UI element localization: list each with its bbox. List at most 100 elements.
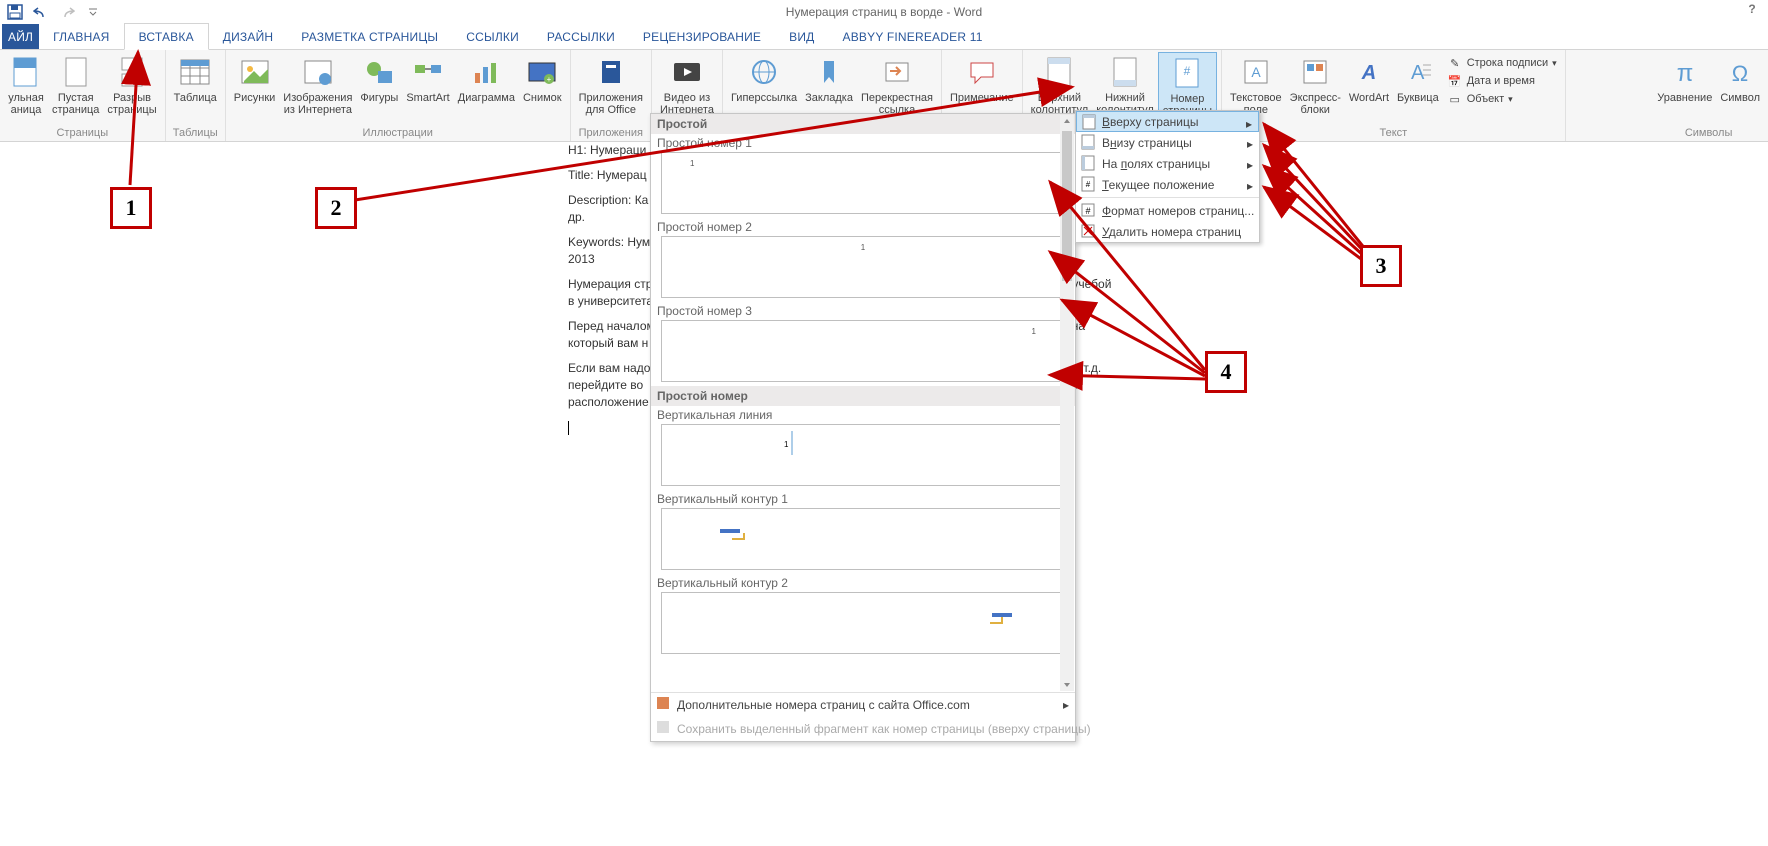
titlebar: Нумерация страниц в ворде - Word ? [0,0,1768,24]
signature-icon: ✎ [1447,55,1463,71]
annotation-3: 3 [1360,245,1402,287]
submenu-arrow-icon: ▸ [1247,137,1253,151]
page-bottom-icon [1080,134,1096,150]
svg-text:#: # [1085,206,1090,216]
menu-page-margins[interactable]: На полях страницы ▸ [1076,153,1259,174]
remove-icon [1080,223,1096,239]
current-position-icon: # [1080,176,1096,192]
online-pictures-button[interactable]: Изображения из Интернета [279,52,356,118]
tab-home[interactable]: ГЛАВНАЯ [39,24,123,49]
submenu-arrow-icon: ▸ [1247,179,1253,193]
submenu-arrow-icon: ▸ [1246,117,1252,131]
gallery-category-simple: Простой [651,114,1075,134]
chart-button[interactable]: Диаграмма [454,52,519,106]
pictures-button[interactable]: Рисунки [230,52,280,106]
object-icon: ▭ [1447,91,1463,107]
group-pages: ульная аница Пустая страница Разрыв стра… [0,50,166,141]
object-button[interactable]: ▭Объект ▾ [1443,90,1561,108]
group-apps-label: Приложения [571,126,651,141]
svg-text:Ω: Ω [1732,61,1748,86]
save-icon[interactable] [4,1,26,23]
svg-text:#: # [1184,64,1191,78]
page-break-button[interactable]: Разрыв страницы [103,52,160,118]
menu-current-position[interactable]: # Текущее положение ▸ [1076,174,1259,195]
crossref-button[interactable]: Перекрестная ссылка [857,52,937,118]
gallery-item-simple-2[interactable]: Простой номер 2 1 [651,218,1075,302]
hyperlink-button[interactable]: Гиперссылка [727,52,801,106]
gallery-item-vertical-contour-1[interactable]: Вертикальный контур 1 [651,490,1075,574]
textbox-button[interactable]: AТекстовое поле [1226,52,1286,118]
svg-text:π: π [1676,60,1693,87]
group-symbols-label: Символы [1649,126,1768,141]
menu-bottom-of-page[interactable]: Внизу страницы ▸ [1076,132,1259,153]
group-illustrations: Рисунки Изображения из Интернета Фигуры … [226,50,571,141]
tab-design[interactable]: ДИЗАЙН [209,24,288,49]
save-selection-icon [655,719,671,735]
group-illustrations-label: Иллюстрации [226,126,570,141]
apps-button[interactable]: Приложения для Office [575,52,647,118]
page-number-menu: Вверху страницы ▸ Внизу страницы ▸ На по… [1075,110,1260,243]
screenshot-button[interactable]: +Снимок [519,52,566,106]
wordart-button[interactable]: AWordArt [1345,52,1393,106]
tab-abbyy[interactable]: ABBYY FineReader 11 [829,24,997,49]
menu-top-of-page[interactable]: Вверху страницы ▸ [1076,111,1259,132]
date-time-button[interactable]: 📅Дата и время [1443,72,1561,90]
gallery-item-simple-1[interactable]: Простой номер 1 1 [651,134,1075,218]
format-icon: # [1080,202,1096,218]
submenu-arrow-icon: ▸ [1247,158,1253,172]
group-symbols: πУравнение ΩСимвол Символы [1649,50,1768,141]
group-text-label: Текст [1222,126,1565,141]
help-icon[interactable]: ? [1742,2,1762,22]
gallery-item-simple-3[interactable]: Простой номер 3 1 [651,302,1075,386]
table-button[interactable]: Таблица [170,52,221,106]
tab-view[interactable]: ВИД [775,24,828,49]
tab-file[interactable]: АЙЛ [2,24,39,49]
page-number-gallery: Простой Простой номер 1 1 Простой номер … [650,113,1076,742]
tab-insert[interactable]: ВСТАВКА [124,23,209,50]
page-margins-icon [1080,155,1096,171]
svg-text:+: + [547,75,552,84]
group-tables-label: Таблицы [166,126,225,141]
tab-references[interactable]: ССЫЛКИ [452,24,533,49]
quickparts-button[interactable]: Экспресс- блоки [1286,52,1345,118]
annotation-2: 2 [315,187,357,229]
tab-mailings[interactable]: РАССЫЛКИ [533,24,629,49]
dropcap-button[interactable]: AБуквица [1393,52,1443,106]
menu-remove-page-numbers[interactable]: Удалить номера страниц [1076,221,1259,242]
tab-layout[interactable]: РАЗМЕТКА СТРАНИЦЫ [287,24,452,49]
gallery-more-from-office[interactable]: Дополнительные номера страниц с сайта Of… [651,693,1075,717]
online-video-button[interactable]: Видео из Интернета [656,52,718,118]
page-top-icon [1081,114,1097,130]
cover-page-button[interactable]: ульная аница [4,52,48,118]
blank-page-button[interactable]: Пустая страница [48,52,103,118]
gallery-scrollbar[interactable] [1060,115,1074,691]
annotation-4: 4 [1205,351,1247,393]
menu-format-page-numbers[interactable]: # Формат номеров страниц... [1076,200,1259,221]
annotation-1: 1 [110,187,152,229]
tab-review[interactable]: РЕЦЕНЗИРОВАНИЕ [629,24,775,49]
gallery-category-simple-number: Простой номер [651,386,1075,406]
bookmark-button[interactable]: Закладка [801,52,857,106]
group-pages-label: Страницы [0,126,165,141]
signature-line-button[interactable]: ✎Строка подписи ▾ [1443,54,1561,72]
comment-button[interactable]: Примечание [946,52,1018,106]
redo-icon[interactable] [56,1,78,23]
undo-icon[interactable] [30,1,52,23]
smartart-button[interactable]: SmartArt [402,52,453,106]
submenu-arrow-icon: ▸ [1063,698,1069,712]
footer-button[interactable]: Нижний колонтитул [1092,52,1158,118]
text-cursor [568,421,569,435]
window-title: Нумерация страниц в ворде - Word [786,5,982,19]
svg-text:A: A [1361,62,1376,84]
header-button[interactable]: Верхний колонтитул [1027,52,1093,118]
symbol-button[interactable]: ΩСимвол [1716,52,1764,106]
svg-text:1: 1 [784,440,789,449]
group-tables: Таблица Таблицы [166,50,226,141]
svg-text:A: A [1251,64,1261,80]
equation-button[interactable]: πУравнение [1653,52,1716,106]
gallery-item-vertical-contour-2[interactable]: Вертикальный контур 2 [651,574,1075,658]
shapes-button[interactable]: Фигуры [356,52,402,106]
gallery-item-vertical-line[interactable]: Вертикальная линия 1 [651,406,1075,490]
svg-text:A: A [1411,62,1425,84]
qat-dropdown-icon[interactable] [82,1,104,23]
